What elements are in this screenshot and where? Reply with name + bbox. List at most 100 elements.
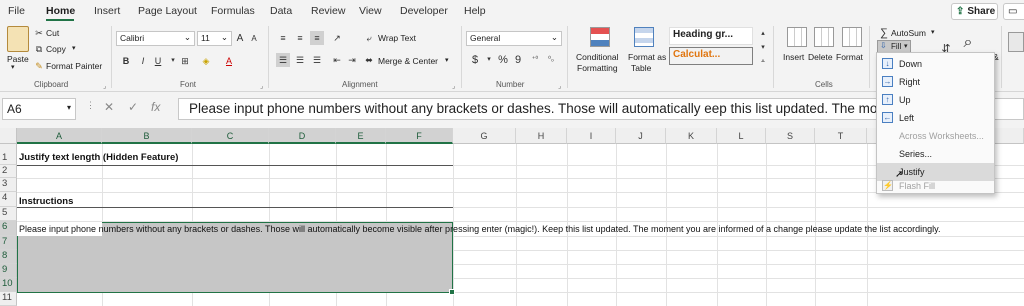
delete-cells-icon[interactable] [814,27,834,47]
autosum-chevron-icon[interactable]: ▾ [931,28,935,36]
number-format-select[interactable]: General ⌄ [466,31,562,46]
decrease-indent-icon[interactable]: ⇤ [330,53,344,67]
autosum-button[interactable]: AutoSum [891,28,926,38]
alignment-launcher-icon[interactable]: ⌟ [452,82,455,90]
format-cells-button[interactable]: Format [836,52,863,62]
comma-style-icon[interactable]: 9 [511,53,525,67]
row-header[interactable]: 4 [0,192,17,207]
number-launcher-icon[interactable]: ⌟ [558,82,561,90]
select-all-corner[interactable] [0,128,17,144]
increase-indent-icon[interactable]: ⇥ [345,53,359,67]
cut-icon[interactable]: ✂ [32,26,46,40]
clipboard-launcher-icon[interactable]: ⌟ [103,82,106,90]
merge-icon[interactable]: ⬌ [362,53,376,67]
copy-chevron-icon[interactable]: ▾ [72,44,76,52]
currency-chevron-icon[interactable]: ▾ [482,53,496,67]
font-size-select[interactable]: 11 ⌄ [197,31,232,46]
fill-color-icon[interactable]: ◈ [199,54,213,68]
tab-page-layout[interactable]: Page Layout [138,5,197,17]
autosum-icon[interactable]: ∑ [877,26,891,40]
row-header[interactable]: 10 [0,278,17,292]
fill-up-item[interactable]: ↑ Up [877,91,994,109]
fill-handle[interactable] [449,289,455,295]
delete-cells-button[interactable]: Delete [808,52,833,62]
insert-cells-icon[interactable] [787,27,807,47]
column-header[interactable]: K [666,128,717,144]
enter-icon[interactable]: ✓ [128,100,138,114]
row-header[interactable]: 8 [0,250,17,264]
currency-icon[interactable]: $ [468,53,482,67]
cancel-icon[interactable]: ✕ [104,100,114,114]
column-header[interactable]: D [269,128,336,144]
tab-file[interactable]: File [8,5,25,17]
increase-font-icon[interactable]: A [233,32,247,46]
fill-right-item[interactable]: → Right [877,73,994,91]
tab-home[interactable]: Home [46,5,75,17]
copy-icon[interactable]: ⧉ [32,42,46,56]
copy-button[interactable]: Copy [46,44,66,54]
styles-scroll-down-icon[interactable]: ▾ [756,41,770,55]
column-header[interactable]: C [192,128,269,144]
formula-options-icon[interactable]: ⋮ [86,100,95,111]
column-header[interactable]: F [386,128,453,144]
column-header[interactable]: T [815,128,867,144]
row-header[interactable]: 11 [0,292,17,306]
align-left-icon[interactable]: ☰ [276,53,290,67]
fill-left-item[interactable]: ← Left [877,109,994,127]
increase-decimal-icon[interactable]: ⁺⁰ [528,53,542,67]
merge-chevron-icon[interactable]: ▾ [445,56,449,64]
insert-cells-button[interactable]: Insert [783,52,804,62]
column-header[interactable]: H [516,128,567,144]
orientation-icon[interactable]: ↗ [330,31,344,45]
percent-icon[interactable]: % [496,53,510,67]
cut-button[interactable]: Cut [46,28,59,38]
column-header[interactable]: S [766,128,815,144]
share-button[interactable]: ⇪ Share [951,3,998,20]
column-header[interactable]: B [102,128,192,144]
row-header[interactable]: 7 [0,236,17,250]
underline-icon[interactable]: U [151,54,165,68]
align-center-icon[interactable]: ☰ [293,53,307,67]
style-calculation[interactable]: Calculat... [669,47,753,65]
fill-down-item[interactable]: ↓ Down [877,55,994,73]
format-painter-button[interactable]: Format Painter [46,61,102,71]
column-header[interactable]: G [453,128,516,144]
tab-review[interactable]: Review [311,5,345,17]
wrap-text-button[interactable]: Wrap Text [378,33,416,43]
align-right-icon[interactable]: ☰ [310,53,324,67]
styles-scroll-up-icon[interactable]: ▴ [756,27,770,41]
font-name-select[interactable]: Calibri ⌄ [116,31,195,46]
format-as-table-button[interactable]: Format as [628,52,666,62]
decrease-decimal-icon[interactable]: ⁰₀ [544,53,558,67]
style-heading[interactable]: Heading gr... [669,27,753,45]
tab-developer[interactable]: Developer [400,5,448,17]
row-header[interactable]: 3 [0,178,17,192]
tab-data[interactable]: Data [270,5,292,17]
tab-insert[interactable]: Insert [94,5,120,17]
addins-icon[interactable] [1008,32,1024,52]
bold-icon[interactable]: B [119,54,133,68]
row-header[interactable]: 9 [0,264,17,278]
column-header[interactable]: J [616,128,666,144]
italic-icon[interactable]: I [136,54,150,68]
fill-series-item[interactable]: Series... [877,145,994,163]
row-header[interactable]: 1 [0,144,17,165]
borders-icon[interactable]: ⊞ [178,54,192,68]
fill-across-worksheets-item[interactable]: Across Worksheets... [877,127,994,145]
paste-icon[interactable] [7,26,29,52]
middle-align-icon[interactable]: ≡ [293,31,307,45]
conditional-formatting-button[interactable]: Conditional [576,52,619,62]
row-header[interactable]: 6 [0,221,17,236]
row-header[interactable]: 5 [0,207,17,221]
decrease-font-icon[interactable]: A [247,32,261,46]
comments-button[interactable]: ▭ [1003,3,1024,20]
top-align-icon[interactable]: ≡ [276,31,290,45]
font-color-icon[interactable]: A [222,54,236,68]
format-painter-icon[interactable]: ✎ [32,59,46,73]
paste-chevron-icon[interactable]: ▾ [11,63,15,71]
row-header[interactable]: 2 [0,165,17,178]
wrap-text-icon[interactable]: ⤶ [362,31,376,45]
column-header[interactable]: A [17,128,102,144]
tab-help[interactable]: Help [464,5,486,17]
tab-view[interactable]: View [359,5,382,17]
